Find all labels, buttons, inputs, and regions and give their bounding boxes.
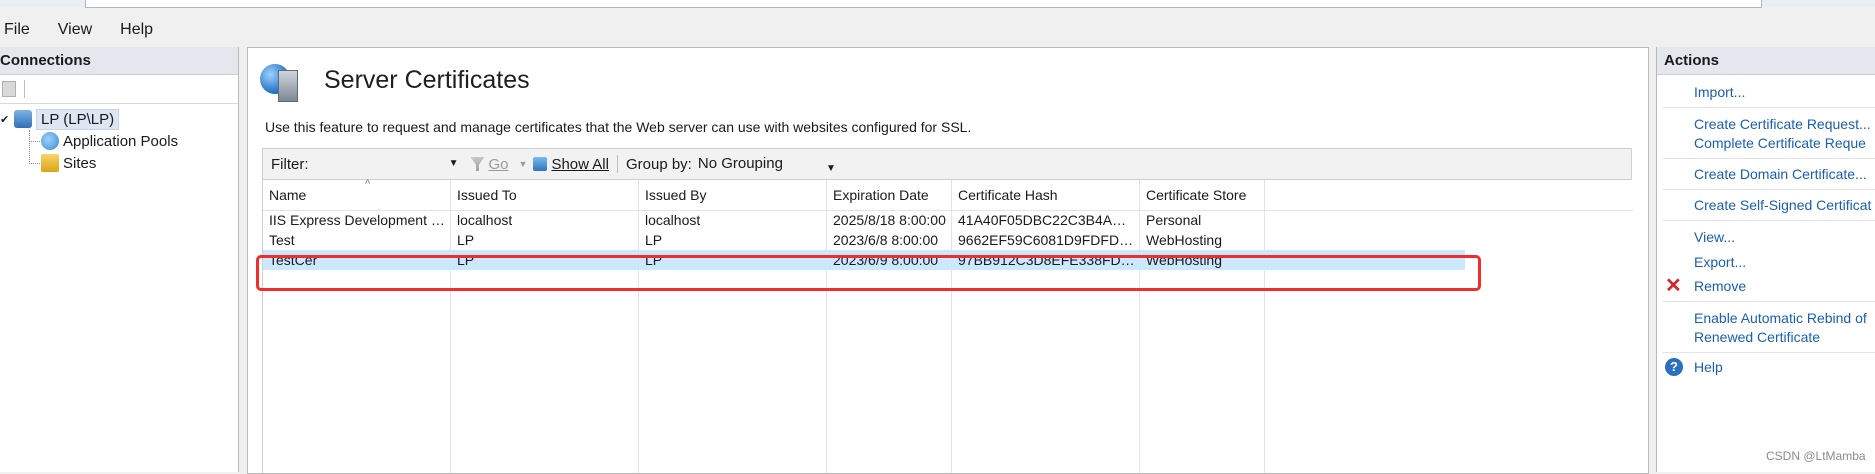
action-enable-rebind-line1[interactable]: Enable Automatic Rebind of bbox=[1694, 310, 1867, 326]
app-pools-icon bbox=[41, 132, 59, 150]
menu-view[interactable]: View bbox=[58, 21, 92, 39]
sort-caret-icon: ^ bbox=[365, 178, 371, 190]
action-create-certificate-request[interactable]: Create Certificate Request... bbox=[1694, 116, 1871, 132]
cell-issued-by: LP bbox=[645, 232, 663, 248]
address-bar-strip bbox=[0, 0, 1875, 8]
cell-expiration: 2023/6/8 8:00:00 bbox=[833, 232, 939, 248]
cell-issued-by: localhost bbox=[645, 212, 701, 228]
cell-issued-to: LP bbox=[457, 232, 475, 248]
cell-hash: 9662EF59C6081D9FDFDFBC9A... bbox=[958, 232, 1136, 248]
group-by-select[interactable]: No Grouping ▼ bbox=[697, 153, 838, 175]
tree-connector bbox=[29, 130, 30, 164]
action-create-domain-certificate[interactable]: Create Domain Certificate... bbox=[1694, 166, 1867, 182]
tree-connector bbox=[29, 141, 40, 142]
connections-panel: Connections ✔ LP (LP\LP) Application Poo… bbox=[0, 47, 239, 472]
actions-separator bbox=[1663, 301, 1875, 302]
column-header-expiration[interactable]: Expiration Date bbox=[833, 187, 929, 203]
page-header: Server Certificates bbox=[260, 60, 530, 102]
cell-name: IIS Express Development Certif... bbox=[269, 212, 447, 228]
table-header: ^ Name Issued To Issued By Expiration Da… bbox=[263, 178, 1633, 211]
cell-name: Test bbox=[269, 232, 295, 248]
cell-expiration: 2025/8/18 8:00:00 bbox=[833, 212, 946, 228]
filter-separator bbox=[616, 155, 618, 173]
sites-icon bbox=[41, 154, 59, 172]
actions-separator bbox=[1663, 107, 1875, 108]
menu-bar: File View Help bbox=[0, 15, 1875, 45]
table-row[interactable]: IIS Express Development Certif... localh… bbox=[263, 210, 1465, 230]
group-by-label: Group by: bbox=[625, 155, 692, 173]
show-all-icon bbox=[533, 157, 548, 171]
filter-bar: Filter: ▼ Go ▼ Show All Group by: No Gro… bbox=[262, 148, 1632, 180]
menu-file[interactable]: File bbox=[4, 21, 30, 39]
tree-node-server-label: LP (LP\LP) bbox=[36, 108, 120, 130]
funnel-icon bbox=[470, 157, 485, 171]
go-dropdown-icon[interactable]: ▼ bbox=[519, 159, 528, 169]
action-complete-certificate-request[interactable]: Complete Certificate Reque bbox=[1694, 135, 1866, 151]
tree-node-app-pools-label: Application Pools bbox=[63, 132, 179, 150]
actions-separator bbox=[1663, 352, 1875, 353]
show-all-button[interactable]: Show All bbox=[551, 156, 609, 173]
remove-icon: ✕ bbox=[1665, 275, 1682, 297]
action-create-self-signed-certificate[interactable]: Create Self-Signed Certificat bbox=[1694, 197, 1871, 213]
server-certificates-icon bbox=[260, 60, 300, 102]
actions-separator bbox=[1663, 189, 1875, 190]
actions-header: Actions bbox=[1657, 47, 1875, 75]
help-icon: ? bbox=[1665, 358, 1683, 376]
connections-header: Connections bbox=[0, 47, 238, 75]
menu-help[interactable]: Help bbox=[120, 21, 153, 39]
actions-panel: Actions Import... Create Certificate Req… bbox=[1656, 47, 1875, 472]
tree-connector bbox=[29, 163, 40, 164]
tree-node-server[interactable]: ✔ LP (LP\LP) bbox=[0, 108, 120, 130]
table-row[interactable]: Test LP LP 2023/6/8 8:00:00 9662EF59C608… bbox=[263, 230, 1465, 250]
watermark: CSDN @LtMamba bbox=[1766, 449, 1866, 463]
actions-separator bbox=[1663, 220, 1875, 221]
filter-label: Filter: bbox=[271, 155, 309, 173]
highlight-annotation-box bbox=[256, 255, 1481, 291]
certificates-table: ^ Name Issued To Issued By Expiration Da… bbox=[262, 178, 1633, 473]
action-enable-rebind-line2[interactable]: Renewed Certificate bbox=[1694, 329, 1820, 345]
action-view[interactable]: View... bbox=[1694, 229, 1735, 245]
chevron-down-icon[interactable]: ▼ bbox=[826, 158, 836, 180]
chevron-down-icon[interactable]: ▼ bbox=[449, 158, 459, 169]
group-by-value: No Grouping bbox=[697, 155, 783, 172]
connections-toolbar bbox=[0, 75, 238, 104]
action-import[interactable]: Import... bbox=[1694, 84, 1745, 100]
address-bar[interactable] bbox=[85, 0, 1762, 8]
toolbar-separator bbox=[24, 80, 25, 98]
column-header-issued-to[interactable]: Issued To bbox=[457, 187, 517, 203]
cell-issued-to: localhost bbox=[457, 212, 513, 228]
expand-icon[interactable]: ✔ bbox=[0, 113, 12, 126]
tree-node-sites[interactable]: Sites bbox=[41, 152, 96, 174]
tree-node-app-pools[interactable]: Application Pools bbox=[41, 130, 178, 152]
page-description: Use this feature to request and manage c… bbox=[265, 119, 972, 135]
cell-store: WebHosting bbox=[1146, 232, 1223, 248]
page-title: Server Certificates bbox=[324, 65, 530, 94]
action-help[interactable]: Help bbox=[1694, 359, 1723, 375]
column-header-store[interactable]: Certificate Store bbox=[1146, 187, 1246, 203]
column-header-hash[interactable]: Certificate Hash bbox=[958, 187, 1058, 203]
cell-store: Personal bbox=[1146, 212, 1202, 228]
action-export[interactable]: Export... bbox=[1694, 254, 1746, 270]
column-header-name[interactable]: Name bbox=[269, 187, 306, 203]
cell-hash: 41A40F05DBC22C3B4ADACE... bbox=[958, 212, 1136, 228]
actions-separator bbox=[1663, 158, 1875, 159]
connect-icon[interactable] bbox=[2, 81, 16, 97]
server-icon bbox=[14, 110, 32, 128]
go-button[interactable]: Go bbox=[489, 156, 509, 173]
column-header-issued-by[interactable]: Issued By bbox=[645, 187, 706, 203]
filter-input[interactable]: ▼ bbox=[312, 153, 461, 175]
tree-node-sites-label: Sites bbox=[63, 154, 97, 172]
action-remove[interactable]: Remove bbox=[1694, 278, 1746, 294]
